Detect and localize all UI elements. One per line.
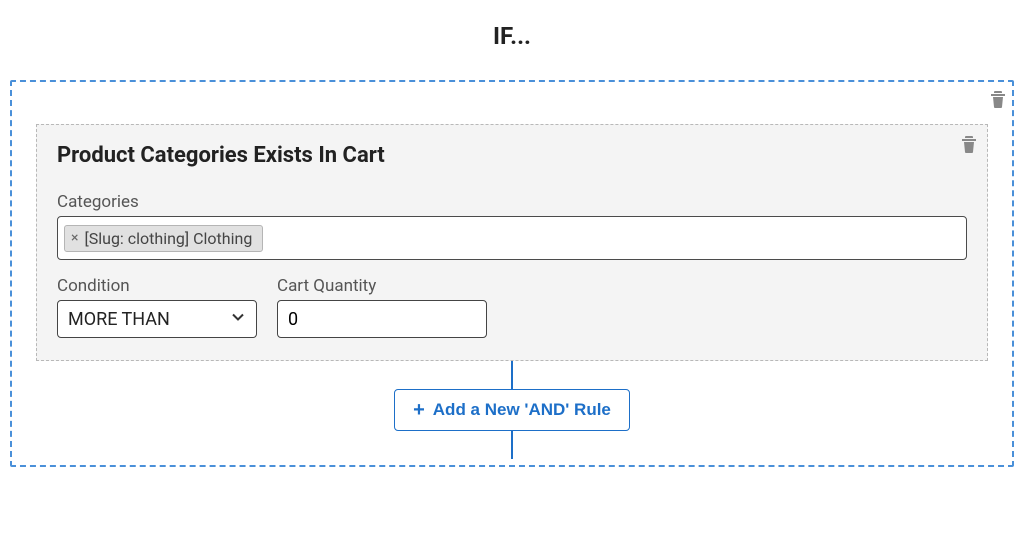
trash-icon bbox=[990, 90, 1006, 108]
quantity-label: Cart Quantity bbox=[277, 276, 487, 296]
if-heading: IF... bbox=[10, 22, 1014, 50]
condition-value: MORE THAN bbox=[68, 309, 170, 330]
remove-tag-button[interactable]: × bbox=[71, 230, 80, 246]
categories-input[interactable]: × [Slug: clothing] Clothing bbox=[57, 216, 967, 260]
condition-label: Condition bbox=[57, 276, 257, 296]
add-and-rule-label: Add a New 'AND' Rule bbox=[433, 400, 611, 420]
categories-label: Categories bbox=[57, 192, 967, 212]
rule-card: Product Categories Exists In Cart Catego… bbox=[36, 124, 988, 361]
rule-title: Product Categories Exists In Cart bbox=[57, 143, 967, 168]
plus-icon: + bbox=[413, 400, 425, 420]
delete-rule-button[interactable] bbox=[961, 135, 977, 153]
rule-group: Product Categories Exists In Cart Catego… bbox=[10, 80, 1014, 467]
category-tag: × [Slug: clothing] Clothing bbox=[64, 225, 263, 252]
delete-group-button[interactable] bbox=[990, 90, 1006, 108]
trash-icon bbox=[961, 135, 977, 153]
connector-line bbox=[511, 431, 513, 459]
quantity-input[interactable] bbox=[277, 300, 487, 338]
connector-line bbox=[511, 361, 513, 389]
add-and-rule-button[interactable]: + Add a New 'AND' Rule bbox=[394, 389, 630, 431]
chevron-down-icon bbox=[230, 309, 246, 330]
condition-select[interactable]: MORE THAN bbox=[57, 300, 257, 338]
category-tag-label: [Slug: clothing] Clothing bbox=[84, 229, 252, 248]
